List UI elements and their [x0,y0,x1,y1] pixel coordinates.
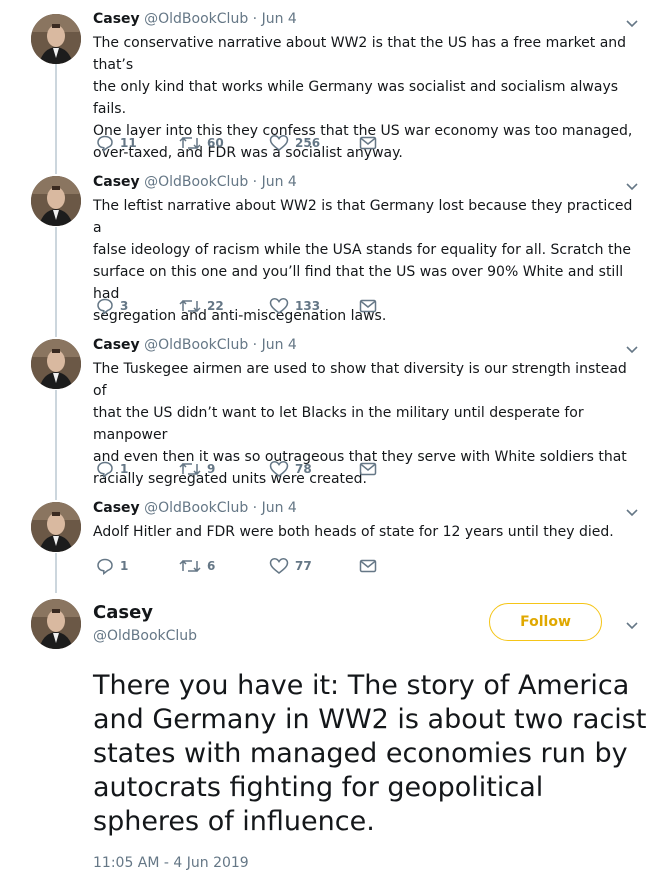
main-tweet-text-line: spheres of influence. [93,806,375,837]
tweet[interactable]: Casey @OldBookClub · Jun 4 The leftist n… [0,163,671,326]
retweet-icon [179,462,201,476]
dm-button[interactable] [359,297,377,315]
retweet-icon [179,136,201,150]
dm-icon [359,136,377,150]
retweet-icon [179,299,201,313]
tweet-actions: 1 9 78 [93,460,393,480]
reply-icon [97,135,113,152]
reply-icon [97,298,113,315]
tweet-date[interactable]: Jun 4 [262,337,297,353]
tweet-date[interactable]: Jun 4 [262,11,297,27]
reply-icon [97,461,113,478]
tweet-text-line: the only kind that works while Germany w… [93,79,619,117]
tweet-text-line: that the US didn’t want to let Blacks in… [93,405,584,443]
retweet-count: 60 [207,136,224,150]
author-handle[interactable]: @OldBookClub [144,11,248,27]
chevron-down-icon[interactable] [625,179,639,193]
separator-dot: · [252,11,258,27]
like-icon [269,135,289,151]
like-button[interactable]: 77 [269,557,312,575]
tweet-actions: 11 60 256 [93,134,393,154]
chevron-down-icon[interactable] [625,16,639,30]
like-button[interactable]: 256 [269,134,320,152]
avatar[interactable] [31,599,81,649]
tweet-text-line: false ideology of racism while the USA s… [93,242,631,258]
tweet-text-line: The leftist narrative about WW2 is that … [93,198,633,236]
like-icon [269,461,289,477]
author-name[interactable]: Casey [93,500,140,516]
chevron-down-icon[interactable] [625,618,639,632]
reply-count: 11 [120,136,137,150]
main-tweet-text-line: states with managed economies run by [93,738,628,769]
reply-count: 1 [120,559,129,573]
dm-button[interactable] [359,460,377,478]
like-count: 77 [295,559,312,573]
dm-button[interactable] [359,134,377,152]
retweet-icon [179,559,201,573]
retweet-button[interactable]: 22 [179,297,224,315]
like-button[interactable]: 78 [269,460,312,478]
tweet-date[interactable]: Jun 4 [262,174,297,190]
avatar[interactable] [31,502,81,552]
retweet-count: 6 [207,559,216,573]
avatar[interactable] [31,176,81,226]
dm-icon [359,299,377,313]
avatar[interactable] [31,14,81,64]
dm-button[interactable] [359,557,377,575]
main-tweet-text-line: There you have it: The story of America [93,670,630,701]
author-handle[interactable]: @OldBookClub [144,174,248,190]
tweet-text-line: Adolf Hitler and FDR were both heads of … [93,524,614,540]
author-handle[interactable]: @OldBookClub [93,628,197,644]
like-count: 256 [295,136,321,150]
tweet-text-line: The Tuskegee airmen are used to show tha… [93,361,627,399]
like-icon [269,558,289,574]
retweet-count: 22 [207,299,224,313]
separator-dot: · [252,500,258,516]
dm-icon [359,559,377,573]
author-name[interactable]: Casey [93,337,140,353]
main-tweet-text-line: autocrats fighting for geopolitical [93,772,544,803]
author-name[interactable]: Casey [93,11,140,27]
chevron-down-icon[interactable] [625,342,639,356]
retweet-count: 9 [207,462,216,476]
like-count: 78 [295,462,312,476]
like-button[interactable]: 133 [269,297,320,315]
tweet-text: Adolf Hitler and FDR were both heads of … [93,521,643,543]
main-tweet-text-line: and Germany in WW2 is about two racist [93,704,647,735]
reply-count: 3 [120,299,129,313]
tweet[interactable]: Casey @OldBookClub · Jun 4 The conservat… [0,0,671,163]
retweet-button[interactable]: 9 [179,460,215,478]
retweet-button[interactable]: 60 [179,134,224,152]
tweet-text-line: The conservative narrative about WW2 is … [93,35,627,73]
tweet-actions: 3 22 133 [93,297,393,317]
like-icon [269,298,289,314]
tweet-actions: 1 6 77 [93,557,393,577]
reply-button[interactable]: 1 [96,460,128,478]
tweet-timestamp[interactable]: 11:05 AM - 4 Jun 2019 [93,855,249,871]
tweet[interactable]: Casey @OldBookClub · Jun 4 Adolf Hitler … [0,489,671,584]
author-name[interactable]: Casey [93,174,140,190]
separator-dot: · [252,174,258,190]
avatar[interactable] [31,339,81,389]
tweet-date[interactable]: Jun 4 [262,500,297,516]
like-count: 133 [295,299,321,313]
chevron-down-icon[interactable] [625,505,639,519]
retweet-button[interactable]: 6 [179,557,215,575]
author-name[interactable]: Casey [93,602,153,623]
author-handle[interactable]: @OldBookClub [144,337,248,353]
tweet[interactable]: Casey @OldBookClub · Jun 4 The Tuskegee … [0,326,671,489]
reply-button[interactable]: 1 [96,557,128,575]
main-tweet-text: There you have it: The story of America … [93,669,653,839]
author-handle[interactable]: @OldBookClub [144,500,248,516]
dm-icon [359,462,377,476]
follow-button[interactable]: Follow [489,603,602,641]
separator-dot: · [252,337,258,353]
reply-icon [97,558,113,575]
reply-count: 1 [120,462,129,476]
reply-button[interactable]: 11 [96,134,137,152]
reply-button[interactable]: 3 [96,297,128,315]
